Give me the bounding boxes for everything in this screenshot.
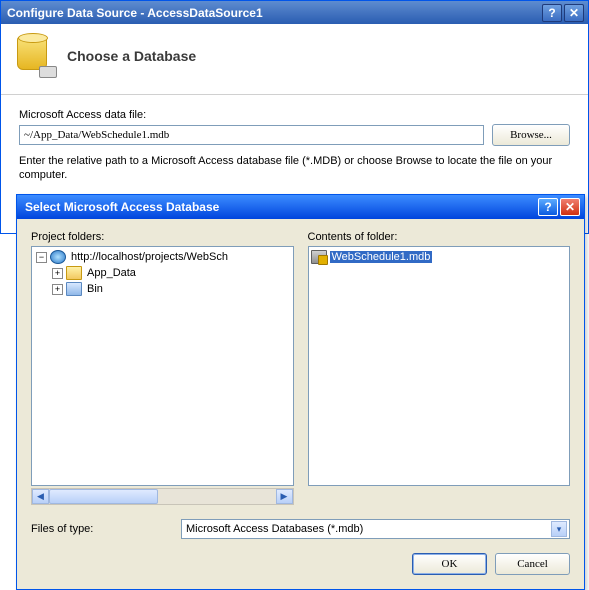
contents-column: Contents of folder: WebSchedule1.mdb — [308, 231, 571, 505]
file-type-value: Microsoft Access Databases (*.mdb) — [186, 523, 363, 535]
scroll-thumb[interactable] — [49, 489, 158, 504]
tree-node-label: App_Data — [85, 267, 138, 279]
folder-tree[interactable]: − http://localhost/projects/WebSch + App… — [31, 246, 294, 486]
folders-label: Project folders: — [31, 231, 294, 243]
folders-column: Project folders: − http://localhost/proj… — [31, 231, 294, 505]
tree-root-label: http://localhost/projects/WebSch — [69, 251, 230, 263]
collapse-icon[interactable]: − — [36, 252, 47, 263]
file-item-label: WebSchedule1.mdb — [330, 251, 433, 263]
file-type-row: Files of type: Microsoft Access Database… — [31, 519, 570, 539]
file-item[interactable]: WebSchedule1.mdb — [311, 249, 568, 265]
data-file-input[interactable] — [19, 125, 484, 145]
folder-icon — [66, 266, 82, 280]
help-text: Enter the relative path to a Microsoft A… — [19, 154, 570, 183]
close-button[interactable]: ✕ — [564, 4, 584, 22]
columns: Project folders: − http://localhost/proj… — [31, 231, 570, 505]
expand-icon[interactable]: + — [52, 284, 63, 295]
tree-root[interactable]: − http://localhost/projects/WebSch — [34, 249, 291, 265]
scroll-right-icon[interactable]: ▶ — [276, 489, 293, 504]
file-type-select[interactable]: Microsoft Access Databases (*.mdb) ▾ — [181, 519, 570, 539]
chevron-down-icon[interactable]: ▾ — [551, 521, 567, 537]
wizard-heading: Choose a Database — [67, 48, 196, 64]
scroll-track[interactable] — [49, 489, 276, 504]
tree-node-label: Bin — [85, 283, 105, 295]
file-label: Microsoft Access data file: — [19, 109, 570, 121]
database-icon — [17, 36, 53, 76]
close-button[interactable]: ✕ — [560, 198, 580, 216]
mdb-file-icon — [311, 250, 327, 264]
inner-body: Project folders: − http://localhost/proj… — [17, 219, 584, 589]
scroll-left-icon[interactable]: ◀ — [32, 489, 49, 504]
tree-node-appdata[interactable]: + App_Data — [34, 265, 291, 281]
expand-icon[interactable]: + — [52, 268, 63, 279]
tree-node-bin[interactable]: + Bin — [34, 281, 291, 297]
tree-hscrollbar[interactable]: ◀ ▶ — [31, 488, 294, 505]
browse-button[interactable]: Browse... — [492, 124, 570, 146]
select-database-dialog: Select Microsoft Access Database ? ✕ Pro… — [16, 194, 585, 590]
file-row: Browse... — [19, 124, 570, 146]
inner-titlebar: Select Microsoft Access Database ? ✕ — [17, 195, 584, 219]
help-button[interactable]: ? — [542, 4, 562, 22]
wizard-header: Choose a Database — [1, 24, 588, 95]
contents-label: Contents of folder: — [308, 231, 571, 243]
file-type-label: Files of type: — [31, 523, 171, 535]
ok-button[interactable]: OK — [412, 553, 487, 575]
dialog-buttons: OK Cancel — [31, 553, 570, 575]
project-icon — [50, 250, 66, 264]
spacer — [308, 486, 571, 505]
help-button[interactable]: ? — [538, 198, 558, 216]
outer-titlebar: Configure Data Source - AccessDataSource… — [1, 1, 588, 24]
inner-window-buttons: ? ✕ — [538, 198, 580, 216]
outer-title: Configure Data Source - AccessDataSource… — [7, 6, 542, 20]
cancel-button[interactable]: Cancel — [495, 553, 570, 575]
outer-window-buttons: ? ✕ — [542, 4, 584, 22]
file-list[interactable]: WebSchedule1.mdb — [308, 246, 571, 486]
inner-title: Select Microsoft Access Database — [25, 200, 538, 214]
bin-folder-icon — [66, 282, 82, 296]
